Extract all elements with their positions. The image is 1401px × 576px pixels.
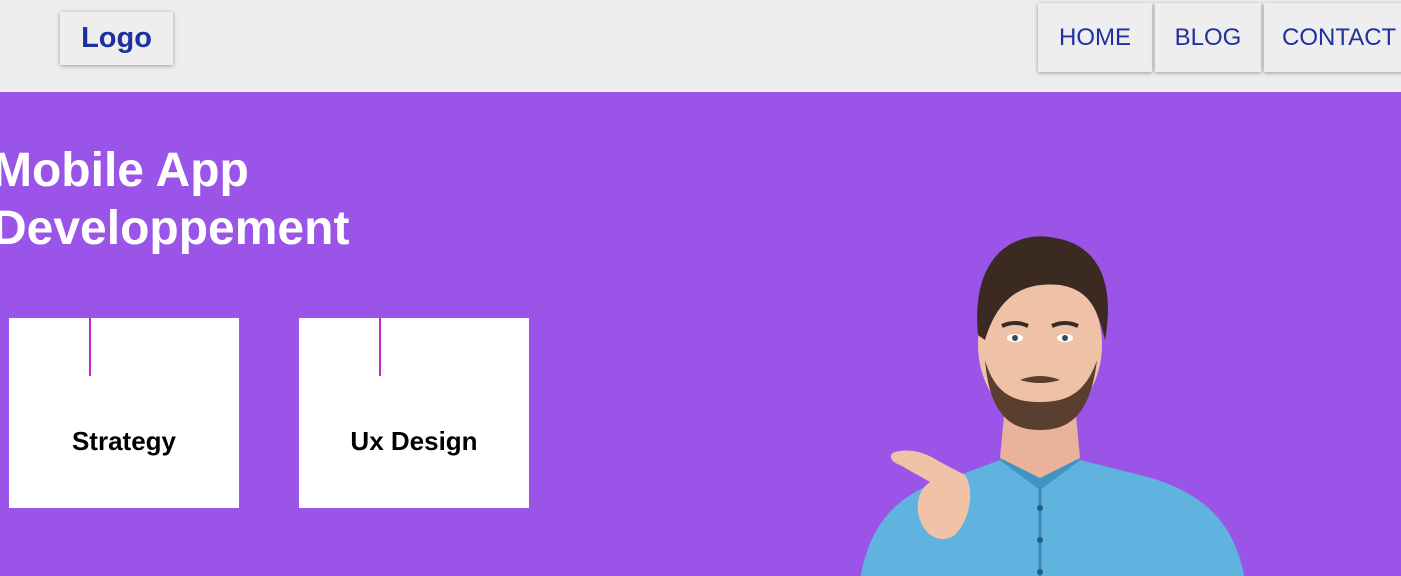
hero-title-line2: Developpement xyxy=(0,202,350,255)
card-accent-line xyxy=(379,318,381,376)
person-pointing-image xyxy=(860,236,1245,576)
nav-home-link[interactable]: HOME xyxy=(1038,3,1152,72)
service-card-ux-design[interactable]: Ux Design xyxy=(299,318,529,508)
card-label: Strategy xyxy=(71,426,177,456)
hero-section: Mobile App Developpement Strategy Ux Des… xyxy=(0,92,1401,576)
service-card-strategy[interactable]: Strategy xyxy=(9,318,239,508)
nav-blog-link[interactable]: BLOG xyxy=(1155,3,1261,72)
hero-title-line1: Mobile App xyxy=(0,144,249,197)
card-accent-line xyxy=(89,318,91,376)
hero-title: Mobile App Developpement xyxy=(0,142,349,258)
logo-button[interactable]: Logo xyxy=(60,12,173,65)
card-label: Ux Design xyxy=(350,426,478,456)
site-header: Logo HOME BLOG CONTACT xyxy=(0,0,1401,92)
nav-contact-link[interactable]: CONTACT xyxy=(1264,3,1401,72)
